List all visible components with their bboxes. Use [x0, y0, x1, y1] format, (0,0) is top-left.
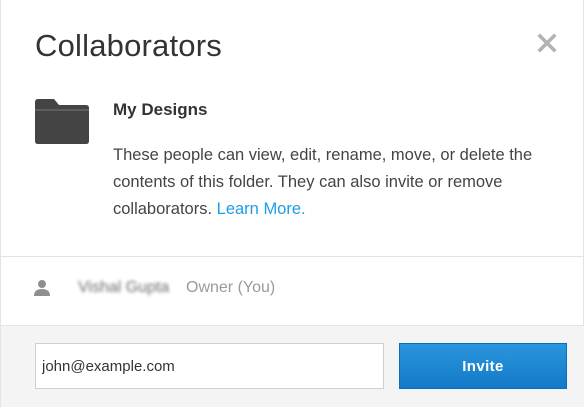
email-input[interactable] [35, 343, 384, 389]
invite-button[interactable]: Invite [399, 343, 567, 389]
collaborator-row: Vishal Gupta Owner (You) [1, 257, 584, 325]
person-icon [34, 280, 50, 296]
collaborator-role: Owner (You) [186, 279, 276, 296]
close-icon[interactable] [536, 32, 558, 54]
description-text: These people can view, edit, rename, mov… [113, 146, 533, 218]
folder-name: My Designs [113, 100, 208, 119]
folder-icon [35, 99, 89, 144]
collaborators-dialog: Collaborators My Designs These people ca… [0, 0, 584, 407]
collaborator-name: Vishal Gupta [78, 279, 170, 296]
invite-bar: Invite [1, 325, 584, 407]
dialog-title: Collaborators [35, 28, 222, 63]
learn-more-link[interactable]: Learn More. [217, 200, 306, 218]
folder-description: These people can view, edit, rename, mov… [113, 142, 533, 223]
